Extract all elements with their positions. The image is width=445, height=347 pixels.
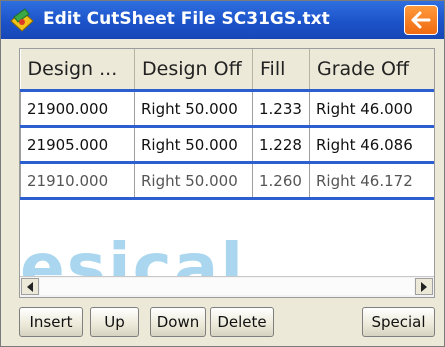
cell-design-station: 21900.000 xyxy=(20,90,135,127)
cell-fill: 1.233 xyxy=(252,90,310,127)
scroll-left-button[interactable] xyxy=(21,278,39,295)
horizontal-scrollbar[interactable] xyxy=(20,276,434,297)
edit-cutsheet-window: Edit CutSheet File SC31GS.txt Design ...… xyxy=(0,0,445,347)
scroll-right-arrow-icon xyxy=(421,282,427,292)
title-bar: Edit CutSheet File SC31GS.txt xyxy=(1,1,444,39)
down-button[interactable]: Down xyxy=(150,307,206,337)
column-header-design-station[interactable]: Design ... xyxy=(20,49,135,92)
up-button[interactable]: Up xyxy=(90,307,139,337)
cell-grade-offset: Right 46.172 xyxy=(309,162,434,199)
column-header-design-offset[interactable]: Design Off xyxy=(134,49,253,92)
cutsheet-table-area: Design ... Design Off Fill Grade Off 219… xyxy=(19,48,435,298)
cell-grade-offset: Right 46.000 xyxy=(309,90,434,127)
cell-grade-offset: Right 46.086 xyxy=(309,126,434,163)
cell-design-offset: Right 50.000 xyxy=(134,126,253,163)
special-button[interactable]: Special xyxy=(362,307,435,337)
scroll-left-arrow-icon xyxy=(27,282,33,292)
scroll-right-button[interactable] xyxy=(415,278,433,295)
insert-button[interactable]: Insert xyxy=(19,307,83,337)
window-title: Edit CutSheet File SC31GS.txt xyxy=(43,9,330,29)
table-row[interactable]: 21910.000 Right 50.000 1.260 Right 46.17… xyxy=(20,162,434,199)
cutsheet-table: Design ... Design Off Fill Grade Off 219… xyxy=(20,49,434,200)
cell-design-offset: Right 50.000 xyxy=(134,162,253,199)
table-row[interactable]: 21900.000 Right 50.000 1.233 Right 46.00… xyxy=(20,90,434,127)
back-arrow-icon xyxy=(411,11,431,29)
cell-fill: 1.228 xyxy=(252,126,310,163)
table-header-row: Design ... Design Off Fill Grade Off xyxy=(20,49,434,92)
column-header-grade-offset[interactable]: Grade Off xyxy=(309,49,434,92)
scroll-track[interactable] xyxy=(40,278,414,295)
table-row[interactable]: 21905.000 Right 50.000 1.228 Right 46.08… xyxy=(20,126,434,163)
cell-fill: 1.260 xyxy=(252,162,310,199)
delete-button[interactable]: Delete xyxy=(210,307,274,337)
cell-design-station: 21905.000 xyxy=(20,126,135,163)
column-header-fill[interactable]: Fill xyxy=(252,49,310,92)
cell-design-offset: Right 50.000 xyxy=(134,90,253,127)
back-button[interactable] xyxy=(404,5,438,35)
cell-design-station: 21910.000 xyxy=(20,162,135,199)
app-icon xyxy=(9,7,35,33)
